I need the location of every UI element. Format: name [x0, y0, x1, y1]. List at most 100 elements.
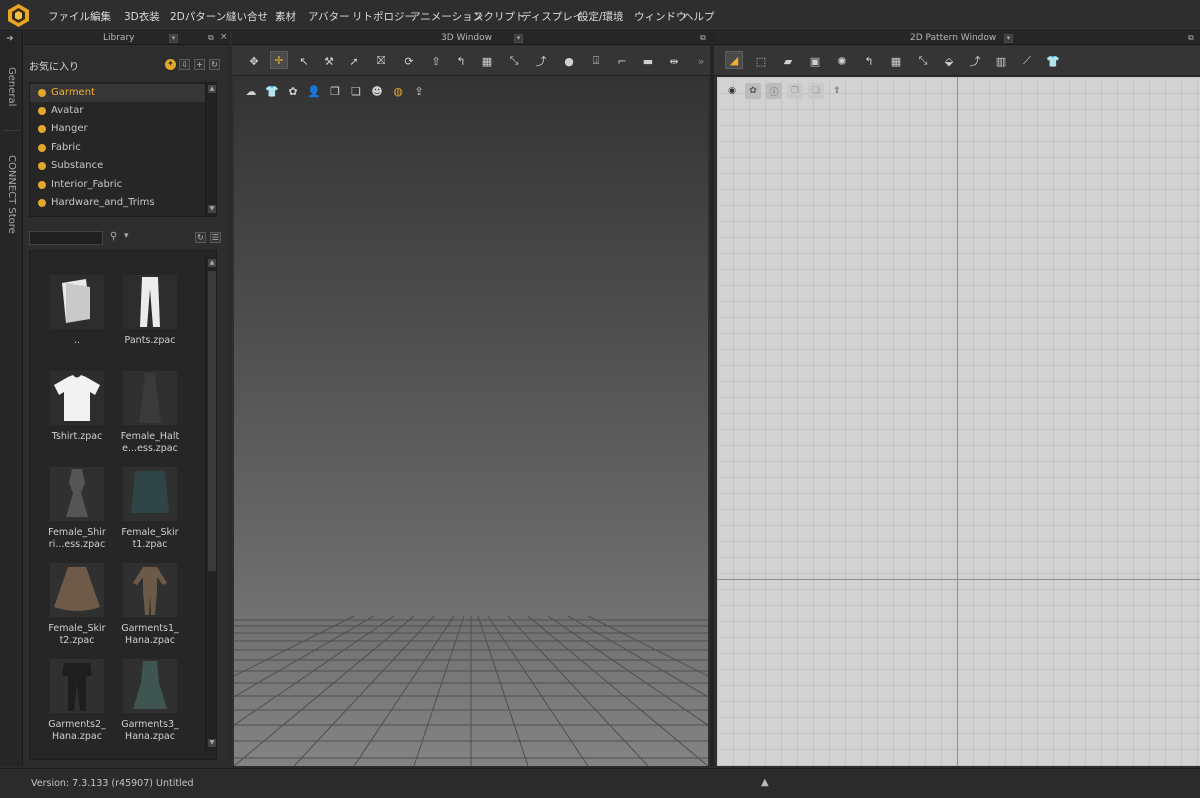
undock-icon[interactable]: ⧉: [1188, 33, 1194, 43]
folder-scrollbar[interactable]: ▲ ▼: [205, 83, 217, 216]
folder-fabric[interactable]: Fabric: [30, 139, 205, 157]
scroll-down-icon[interactable]: ▼: [208, 205, 216, 213]
dart-icon[interactable]: ⬙: [940, 52, 958, 70]
app-logo-icon[interactable]: [6, 3, 31, 28]
trace-icon[interactable]: ⤡: [914, 52, 932, 70]
show-internal-icon[interactable]: ❏: [808, 83, 824, 99]
menu-script[interactable]: スクリプト: [473, 9, 526, 24]
menu-3d-garment[interactable]: 3D衣装: [124, 9, 160, 24]
internal-polygon-icon[interactable]: ✺: [833, 52, 851, 70]
2d-window-dropdown-icon[interactable]: ▾: [1004, 34, 1013, 43]
fold-2d-icon[interactable]: ↰: [860, 52, 878, 70]
tab-connect-store[interactable]: CONNECT Store: [3, 130, 20, 250]
tack-icon[interactable]: ⟳: [400, 52, 418, 70]
filter-dropdown-icon[interactable]: ▾: [124, 231, 129, 241]
folder-hardware-and-trims[interactable]: Hardware_and_Trims: [30, 194, 205, 212]
menu-edit[interactable]: 編集: [90, 9, 111, 24]
select-move-icon[interactable]: ✥: [245, 52, 263, 70]
show-texture-2d-icon[interactable]: ✿: [745, 83, 761, 99]
expand-panel-icon[interactable]: ▲: [761, 777, 769, 788]
transform-pattern-icon[interactable]: ◢: [725, 51, 743, 69]
free-sewing-icon[interactable]: ⤡: [505, 52, 523, 70]
segment-sewing-2d-icon[interactable]: ▦: [887, 52, 905, 70]
show-info-icon[interactable]: ⓘ: [766, 83, 782, 99]
menu-help[interactable]: ヘルプ: [683, 9, 715, 24]
avatar-measure-icon[interactable]: ⇧: [427, 52, 445, 70]
menu-materials[interactable]: 素材: [275, 9, 296, 24]
menu-sewing[interactable]: 縫い合せ: [226, 9, 268, 24]
refresh-favorites-icon[interactable]: ↻: [209, 59, 220, 70]
avatar-head-icon[interactable]: ☻: [368, 82, 386, 100]
zipper-icon[interactable]: ⍗: [587, 52, 605, 70]
fold-arrangement-icon[interactable]: ⚒: [320, 52, 338, 70]
simulation-icon[interactable]: ☁: [242, 82, 260, 100]
pattern-display-icon[interactable]: ❐: [326, 82, 344, 100]
environment-icon[interactable]: ◍: [389, 82, 407, 100]
close-icon[interactable]: ×: [220, 32, 228, 42]
folder-substance[interactable]: Substance: [30, 157, 205, 175]
transform-icon[interactable]: ✛: [270, 51, 288, 69]
scroll-up-icon[interactable]: ▲: [208, 259, 216, 267]
eye-icon[interactable]: ◉: [724, 83, 740, 99]
folder-dot-icon: [38, 144, 46, 152]
undock-icon[interactable]: ⧉: [700, 33, 706, 43]
library-dropdown-icon[interactable]: ▾: [169, 34, 178, 43]
add-folder-icon[interactable]: +: [194, 59, 205, 70]
export-2d-icon[interactable]: ⇪: [829, 83, 845, 99]
show-pattern-icon[interactable]: ❐: [787, 83, 803, 99]
garment-arrange-icon[interactable]: ⛝: [372, 52, 390, 70]
menu-window[interactable]: ウィンドウ: [634, 9, 687, 24]
favorite-star-icon[interactable]: ✦: [165, 59, 176, 70]
steam-icon[interactable]: ⤴: [532, 52, 550, 70]
menu-2d-pattern[interactable]: 2Dパターン: [170, 9, 226, 24]
folder-hanger[interactable]: Hanger: [30, 120, 205, 138]
tape-icon[interactable]: ▬: [639, 52, 657, 70]
menu-retopology[interactable]: リトポロジー: [352, 9, 415, 24]
menu-avatar[interactable]: アバター: [308, 9, 350, 24]
garment-icon[interactable]: 👕: [1044, 52, 1062, 70]
menu-display[interactable]: ディスプレイ: [521, 9, 583, 24]
scroll-up-icon[interactable]: ▲: [208, 85, 216, 93]
outfit-icon: [50, 659, 104, 713]
edit-pattern-icon[interactable]: ⬚: [752, 52, 770, 70]
undock-icon[interactable]: ⧉: [208, 33, 214, 43]
brush-icon[interactable]: ⌐: [613, 52, 631, 70]
scroll-down-icon[interactable]: ▼: [208, 739, 216, 747]
button-icon[interactable]: ●: [560, 52, 578, 70]
scrollbar-thumb[interactable]: [208, 271, 216, 571]
pleat-icon[interactable]: ▥: [992, 52, 1010, 70]
2d-pattern-canvas[interactable]: ◉ ✿ ⓘ ❐ ❏ ⇪: [717, 77, 1200, 766]
list-view-icon[interactable]: ☰: [210, 232, 221, 243]
folder-interior-fabric[interactable]: Interior_Fabric: [30, 176, 205, 194]
download-icon[interactable]: ⇩: [179, 59, 190, 70]
polygon-icon[interactable]: ▰: [779, 52, 797, 70]
elastic-icon[interactable]: ⤴: [966, 52, 984, 70]
internal-line-icon[interactable]: ❏: [347, 82, 365, 100]
search-icon[interactable]: ⚲: [110, 231, 117, 242]
folder-avatar[interactable]: Avatar: [30, 102, 205, 120]
3d-viewport[interactable]: ☁ 👕 ✿ 👤 ❐ ❏ ☻ ◍ ⇪: [234, 77, 708, 766]
show-avatar-icon[interactable]: 👤: [305, 82, 323, 100]
export-icon[interactable]: ⇪: [410, 82, 428, 100]
search-input[interactable]: [29, 231, 103, 245]
pin-icon[interactable]: ➜: [6, 34, 14, 44]
rectangle-icon[interactable]: ▣: [806, 52, 824, 70]
show-garment-icon[interactable]: 👕: [263, 82, 281, 100]
refresh-icon[interactable]: ↻: [195, 232, 206, 243]
folder-garment[interactable]: Garment: [30, 84, 205, 102]
toolbar-overflow-icon[interactable]: »: [695, 52, 707, 70]
texture-icon[interactable]: ✿: [284, 82, 302, 100]
menu-settings[interactable]: 設定/環境: [578, 9, 624, 24]
file-label: Garments1_ Hana.zpac: [121, 623, 179, 646]
select-mesh-icon[interactable]: ↖: [295, 52, 313, 70]
ruler-icon[interactable]: ⟋: [1018, 52, 1036, 70]
side-tab-strip: ➜ General CONNECT Store: [0, 32, 23, 766]
segment-sewing-icon[interactable]: ▦: [478, 52, 496, 70]
pin-tool-icon[interactable]: ➚: [345, 52, 363, 70]
measure-icon[interactable]: ⇹: [665, 52, 683, 70]
tab-general[interactable]: General: [3, 52, 20, 122]
3d-window-dropdown-icon[interactable]: ▾: [514, 34, 523, 43]
fold-icon[interactable]: ↰: [452, 52, 470, 70]
menu-file[interactable]: ファイル: [48, 9, 90, 24]
file-scrollbar[interactable]: ▲ ▼: [205, 257, 217, 751]
